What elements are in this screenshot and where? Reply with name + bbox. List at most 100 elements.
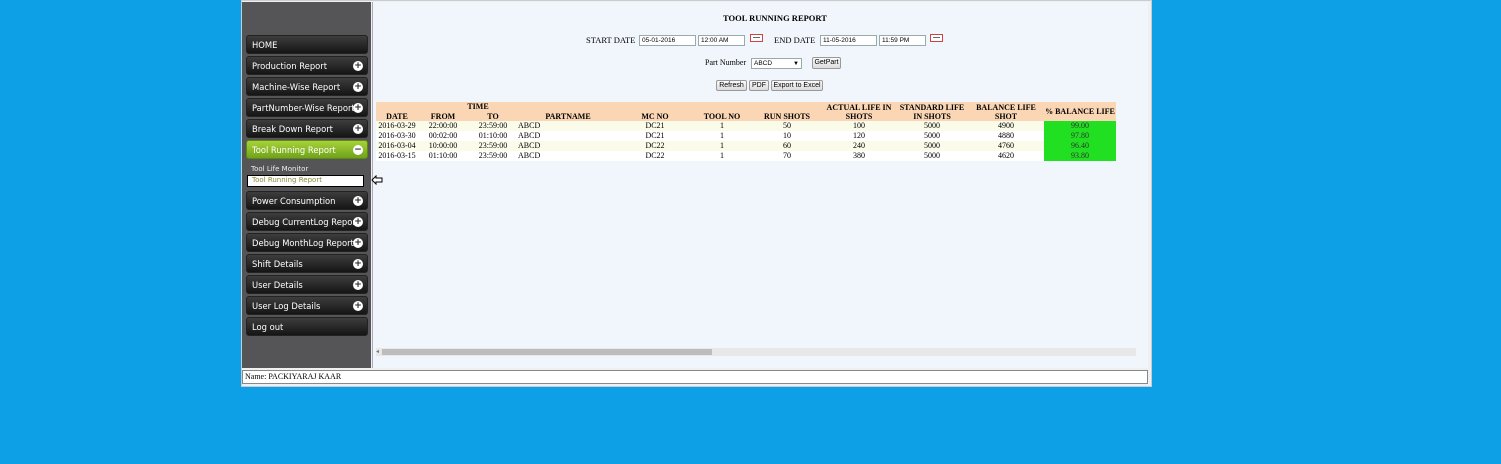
cell-date: 2016-03-29 [378,121,416,130]
cell-pct: 93.80 [1044,151,1116,161]
table-row: 2016-03-30 00:02:00 01:10:00 ABCD DC21 1… [376,131,1116,141]
cell-part: ABCD [518,121,541,130]
cell-from: 00:02:00 [428,131,458,140]
menu-user-log-details[interactable]: User Log Details + [246,296,368,315]
cell-date: 2016-03-04 [378,141,416,150]
header-to: TO [487,112,499,121]
cell-date: 2016-03-30 [378,131,416,140]
plus-icon[interactable]: + [353,103,363,113]
menu-break-down-report[interactable]: Break Down Report + [246,119,368,138]
menu-power-consumption[interactable]: Power Consumption + [246,191,368,210]
cell-mc: DC22 [645,141,665,150]
menu-label: Break Down Report [252,124,333,134]
scroll-left-arrow-icon[interactable]: ◂ [376,349,379,355]
chevron-down-icon: ▼ [793,61,799,67]
cell-mc: DC21 [645,131,665,140]
cell-balance: 4620 [998,151,1014,160]
menu-label: Debug CurrentLog Report [252,217,360,227]
cell-run: 50 [783,121,791,130]
menu-label: PartNumber-Wise Report [252,103,355,113]
cell-run: 60 [783,141,791,150]
calendar-icon[interactable] [930,34,943,42]
header-balance-life: BALANCE LIFE SHOT [976,103,1036,121]
cell-pct: 96.40 [1044,141,1116,151]
cell-date: 2016-03-15 [378,151,416,160]
cell-from: 01:10:00 [428,151,458,160]
cell-standard: 5000 [924,121,940,130]
cell-part: ABCD [518,141,541,150]
cell-run: 10 [783,131,791,140]
header-partname: PARTNAME [545,112,591,121]
cell-standard: 5000 [924,151,940,160]
plus-icon[interactable]: + [353,61,363,71]
menu-production-report[interactable]: Production Report + [246,56,368,75]
cell-part: ABCD [518,151,541,160]
menu-label: Log out [252,322,284,332]
cell-tool: 1 [720,141,724,150]
menu-label: User Details [252,280,303,290]
refresh-button[interactable]: Refresh [716,80,747,91]
cell-standard: 5000 [924,131,940,140]
plus-icon[interactable]: + [353,217,363,227]
page-title: TOOL RUNNING REPORT [723,13,827,23]
menu-logout[interactable]: Log out [246,317,368,336]
cell-tool: 1 [720,151,724,160]
arrow-pointer-icon [371,175,383,185]
header-toolno: TOOL NO [703,112,741,121]
minus-icon[interactable]: − [353,145,363,155]
cell-balance: 4900 [998,121,1014,130]
start-date-input[interactable]: 05-01-2016 [639,35,696,46]
cell-from: 22:00:00 [428,121,458,130]
cell-to: 23:59:00 [478,141,508,150]
getpart-button[interactable]: GetPart [812,57,841,69]
plus-icon[interactable]: + [353,259,363,269]
end-date-label: END DATE [774,35,816,45]
menu-tool-running-report[interactable]: Tool Running Report − [246,140,368,159]
cell-to: 01:10:00 [478,131,508,140]
header-standard-life: STANDARD LIFE IN SHOTS [899,103,965,121]
horizontal-scrollbar[interactable]: ◂ [376,348,1136,356]
calendar-icon[interactable] [750,34,763,42]
cell-tool: 1 [720,121,724,130]
pdf-button[interactable]: PDF [749,80,769,91]
header-runshots: RUN SHOTS [763,112,810,121]
footer-user-name: Name: PACKIYARAJ KAAR [242,370,1148,384]
scrollbar-thumb[interactable] [382,349,712,355]
start-time-input[interactable]: 12:00 AM [698,35,745,46]
cell-standard: 5000 [924,141,940,150]
cell-to: 23:59:00 [478,151,508,160]
cell-balance: 4760 [998,141,1014,150]
cell-to: 23:59:00 [478,121,508,130]
submenu-tool-running-report[interactable]: Tool Running Report [247,175,364,187]
plus-icon[interactable]: + [353,301,363,311]
sidebar: HOME Production Report + Machine-Wise Rep… [242,2,371,368]
menu-machine-wise-report[interactable]: Machine-Wise Report + [246,77,368,96]
submenu-tool-life-monitor[interactable]: Tool Life Monitor [247,163,364,175]
table-row: 2016-03-15 01:10:00 23:59:00 ABCD DC22 1… [376,151,1116,161]
cell-pct: 97.80 [1044,131,1116,141]
export-excel-button[interactable]: Export to Excel [771,80,823,91]
cell-actual: 100 [853,121,865,130]
menu-label: Power Consumption [252,196,336,206]
plus-icon[interactable]: + [353,124,363,134]
plus-icon[interactable]: + [353,238,363,248]
header-from: FROM [430,112,456,121]
part-number-select[interactable]: ABCD ▼ [751,58,802,69]
header-date: DATE [386,112,408,121]
end-time-input[interactable]: 11:59 PM [879,35,926,46]
menu-debug-monthlog-report[interactable]: Debug MonthLog Report + [246,233,368,252]
part-number-label: Part Number [705,58,747,67]
menu-user-details[interactable]: User Details + [246,275,368,294]
cell-tool: 1 [720,131,724,140]
cell-mc: DC22 [645,151,665,160]
header-mcno: MC NO [641,112,669,121]
plus-icon[interactable]: + [353,196,363,206]
plus-icon[interactable]: + [353,82,363,92]
table-row: 2016-03-04 10:00:00 23:59:00 ABCD DC22 1… [376,141,1116,151]
menu-debug-currentlog-report[interactable]: Debug CurrentLog Report + [246,212,368,231]
menu-partnumber-wise-report[interactable]: PartNumber-Wise Report + [246,98,368,117]
menu-shift-details[interactable]: Shift Details + [246,254,368,273]
end-date-input[interactable]: 11-05-2016 [820,35,877,46]
plus-icon[interactable]: + [353,280,363,290]
menu-home[interactable]: HOME [246,35,368,54]
